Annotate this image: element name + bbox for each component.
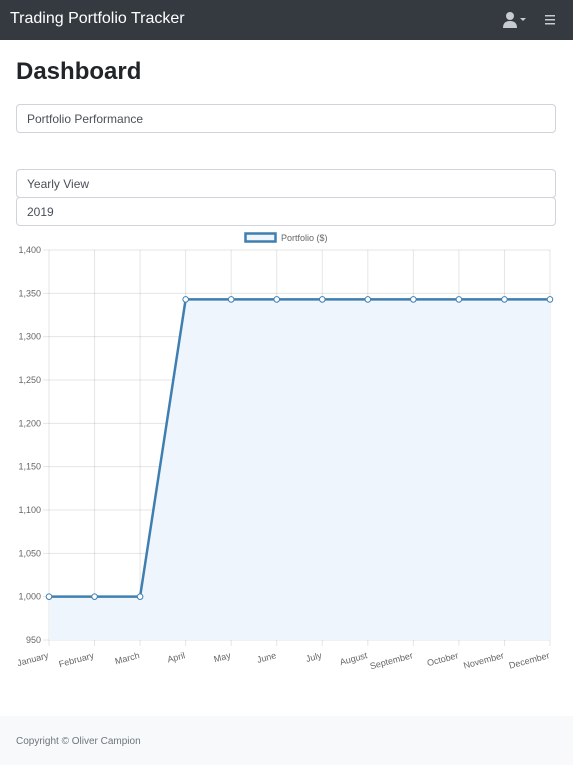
y-tick-label: 1,150 [18, 462, 41, 472]
y-tick-label: 1,050 [18, 548, 41, 558]
x-tick-label: May [213, 650, 232, 664]
data-point [91, 593, 98, 600]
data-point [455, 296, 463, 303]
y-tick-label: 1,250 [18, 375, 41, 385]
y-tick-label: 1,000 [18, 592, 41, 602]
x-tick-label: October [426, 650, 460, 668]
footer: Copyright © Oliver Campion [0, 716, 573, 765]
data-point [318, 296, 326, 303]
y-tick-label: 1,300 [18, 332, 41, 342]
data-point [182, 296, 189, 303]
data-point [501, 296, 508, 303]
x-tick-label: December [508, 650, 551, 670]
data-point [546, 296, 554, 303]
data-point [410, 296, 417, 303]
y-tick-label: 1,100 [18, 505, 41, 515]
x-tick-label: March [114, 650, 141, 666]
y-tick-label: 1,200 [18, 418, 41, 428]
x-tick-label: September [369, 650, 414, 671]
navbar: Trading Portfolio Tracker [0, 0, 573, 40]
x-tick-label: April [166, 650, 186, 664]
user-menu-toggle[interactable] [503, 11, 529, 29]
user-icon [503, 12, 517, 28]
data-point [136, 593, 144, 600]
legend-label: Portfolio ($) [281, 233, 328, 243]
caret-down-icon [520, 18, 526, 21]
y-tick-label: 1,400 [18, 245, 41, 255]
x-tick-label: January [16, 650, 50, 668]
view-select[interactable]: Yearly View [16, 169, 556, 198]
data-point [227, 296, 235, 303]
copyright-text: Copyright © Oliver Campion [16, 736, 141, 747]
x-tick-label: June [256, 650, 277, 665]
y-tick-label: 950 [26, 635, 41, 645]
x-tick-label: July [305, 650, 324, 664]
hamburger-menu-icon[interactable] [543, 12, 557, 28]
data-point [364, 296, 372, 303]
brand-link[interactable]: Trading Portfolio Tracker [10, 10, 185, 28]
x-tick-label: February [58, 650, 96, 669]
x-tick-label: August [339, 650, 369, 667]
data-point [45, 593, 53, 600]
page-title: Dashboard [16, 58, 142, 85]
data-point [273, 296, 281, 303]
series-area [49, 299, 550, 640]
legend-swatch [244, 232, 277, 243]
x-tick-label: November [462, 650, 505, 670]
portfolio-chart: 1,400 1,350 1,300 1,250 1,200 1,150 1,100 1,050… [16, 232, 554, 671]
report-select[interactable]: Portfolio Performance [16, 104, 556, 133]
y-tick-label: 1,350 [18, 288, 41, 298]
year-select[interactable]: 2019 [16, 197, 556, 226]
